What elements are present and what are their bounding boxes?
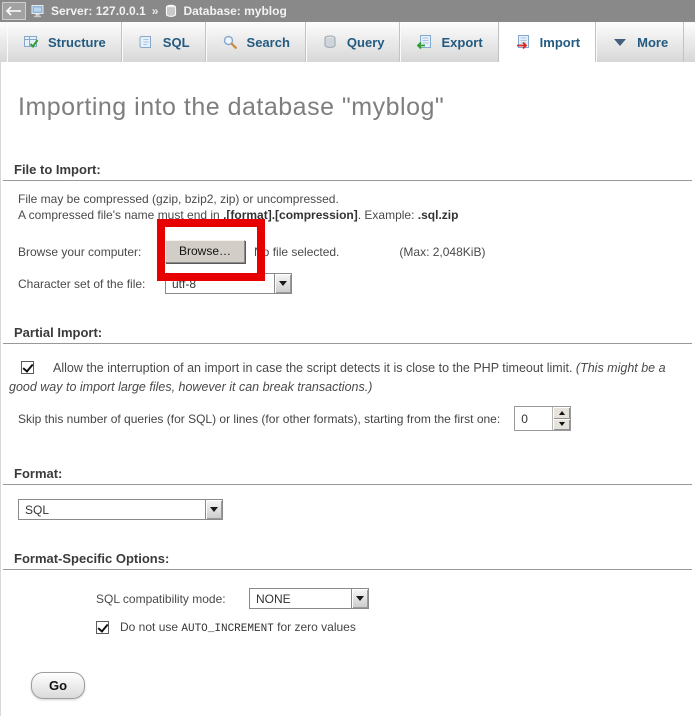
allow-interrupt-text: Allow the interruption of an import in c… [53,361,576,375]
go-button[interactable]: Go [31,672,85,699]
sql-compat-row: SQL compatibility mode: NONE [96,588,695,609]
charset-select[interactable]: utf-8 [165,273,292,294]
tab-structure[interactable]: Structure [7,22,122,62]
charset-selected-value: utf-8 [166,274,274,293]
allow-interrupt-row: Allow the interruption of an import in c… [9,359,687,397]
autoinc-text: Do not use AUTO_INCREMENT for zero value… [120,620,356,635]
format-row: SQL [18,499,695,520]
charset-row: Character set of the file: utf-8 [18,273,695,294]
tab-label: Structure [48,35,106,50]
charset-label: Character set of the file: [18,277,165,291]
skip-queries-label: Skip this number of queries (for SQL) or… [18,412,500,426]
section-file-to-import: File to Import: [3,162,692,181]
sql-compat-select[interactable]: NONE [249,588,369,609]
autoinc-row: Do not use AUTO_INCREMENT for zero value… [96,620,695,635]
max-size-text: (Max: 2,048KiB) [399,245,485,259]
tab-label: Import [540,35,580,50]
server-icon [31,4,46,18]
format-select[interactable]: SQL [18,499,223,520]
sql-compat-selected-value: NONE [250,589,351,608]
allow-interrupt-checkbox[interactable] [21,361,34,374]
page-title: Importing into the database "myblog" [1,62,695,122]
tab-bar: Structure SQL Search Query Export Import [0,22,695,62]
query-icon [322,34,338,50]
breadcrumb-server[interactable]: Server: 127.0.0.1 [51,4,146,18]
database-icon [164,4,178,18]
sql-compat-label: SQL compatibility mode: [96,592,249,606]
browse-row: Browse your computer: Browse… No file se… [18,240,695,263]
dropdown-arrow-icon[interactable] [205,500,222,519]
breadcrumb: Server: 127.0.0.1 » Database: myblog [0,0,695,22]
tab-search[interactable]: Search [206,22,306,62]
tab-label: Query [347,35,385,50]
search-icon [222,34,238,50]
section-format-options: Format-Specific Options: [3,551,692,570]
browse-button[interactable]: Browse… [165,240,245,263]
file-hint: File may be compressed (gzip, bzip2, zip… [18,191,695,223]
breadcrumb-database[interactable]: Database: myblog [183,4,286,18]
format-selected-value: SQL [19,500,205,519]
tab-label: SQL [163,35,190,50]
import-page: Importing into the database "myblog" Fil… [0,62,695,716]
spinner-down-button[interactable] [553,419,570,431]
spinner [552,407,570,430]
tab-more[interactable]: More [596,22,684,62]
tab-sql[interactable]: SQL [122,22,206,62]
tab-label: Export [441,35,482,50]
dropdown-arrow-icon[interactable] [274,274,291,293]
autoinc-checkbox[interactable] [96,621,109,634]
spinner-up-button[interactable] [553,407,570,419]
tab-label: Search [247,35,290,50]
browse-label: Browse your computer: [18,245,165,259]
skip-queries-row: Skip this number of queries (for SQL) or… [18,406,695,431]
autoinc-code: AUTO_INCREMENT [181,623,273,635]
tab-export[interactable]: Export [400,22,498,62]
breadcrumb-separator: » [151,4,160,18]
dropdown-arrow-icon[interactable] [351,589,368,608]
tab-import[interactable]: Import [499,22,596,62]
back-button[interactable] [2,2,26,20]
import-icon [515,34,531,50]
skip-queries-input[interactable]: 0 [514,406,571,431]
section-partial-import: Partial Import: [3,325,692,344]
sql-icon [138,34,154,50]
tab-query[interactable]: Query [306,22,401,62]
section-format: Format: [3,466,692,485]
chevron-down-icon [612,34,628,50]
tab-label: More [637,35,668,50]
back-arrow-icon [6,6,22,16]
no-file-text: No file selected. [254,245,339,259]
export-icon [416,34,432,50]
structure-icon [23,34,39,50]
skip-queries-value: 0 [515,407,552,430]
